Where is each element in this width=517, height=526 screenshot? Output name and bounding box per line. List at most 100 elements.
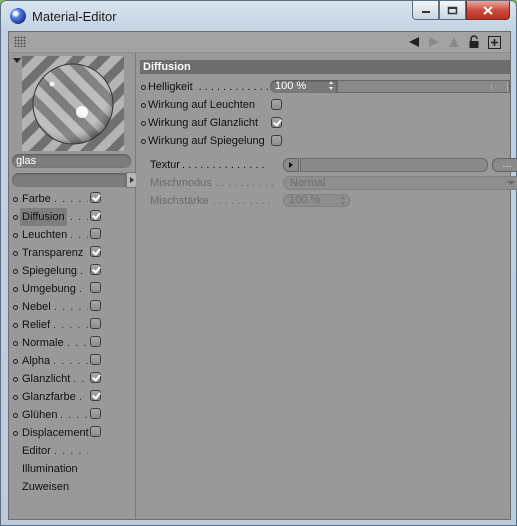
helligkeit-label: Helligkeit. . . . . . . . . . . . [148,81,269,93]
channel-item[interactable]: Illumination [12,460,132,478]
channel-dot-icon [13,377,18,382]
forward-arrow-icon[interactable] [426,34,442,50]
channel-leader-dots: . . . . . . [54,445,88,457]
channel-checkbox[interactable] [90,228,101,239]
channel-label: Diffusion [20,208,67,226]
textur-field[interactable] [300,158,488,172]
wirkung-glanzlicht-checkbox[interactable] [271,117,282,128]
channel-checkbox[interactable] [90,336,101,347]
helligkeit-input[interactable]: 100 % [270,80,337,93]
channel-dot-icon [13,359,18,364]
animation-dot-icon[interactable] [141,85,146,90]
channel-checkbox[interactable] [90,192,101,203]
channel-checkbox[interactable] [90,390,101,401]
slider-marker [507,82,508,92]
cinema4d-sphere-icon [10,8,26,24]
chevron-down-icon [507,181,515,185]
section-header-diffusion: Diffusion [140,60,510,74]
animation-dot-icon[interactable] [141,103,146,108]
window-title: Material-Editor [32,9,117,24]
channel-leader-dots: . . . . . . [60,409,88,421]
channel-leader-dots: . . . . . . [53,355,88,367]
channel-dot-icon [13,197,18,202]
channel-item[interactable]: Transparenz [12,244,132,262]
channel-item[interactable]: Diffusion. . . . [12,208,132,226]
channel-item[interactable]: Spiegelung. . [12,262,132,280]
maximize-button[interactable] [439,1,466,20]
channel-leader-dots: . . . . . . [54,301,88,313]
new-window-icon[interactable] [486,34,502,50]
glass-sphere-preview [22,56,124,151]
channel-dot-icon [13,233,18,238]
channel-label: Alpha [22,355,51,367]
textur-menu-button[interactable] [283,158,299,172]
channel-label: Leuchten [22,229,68,241]
channel-item[interactable]: Nebel. . . . . . [12,298,132,316]
slider-marker [491,84,492,90]
channel-item[interactable]: Alpha. . . . . . [12,352,132,370]
material-scroll-bar[interactable] [12,173,126,187]
channel-checkbox[interactable] [90,300,101,311]
back-arrow-icon[interactable] [406,34,422,50]
material-name-field[interactable]: glas [12,154,131,168]
editor-toolbar [9,32,510,53]
drag-grip-icon[interactable] [14,36,26,47]
channel-checkbox[interactable] [90,354,101,365]
channel-item[interactable]: Glühen. . . . . . [12,406,132,424]
wirkung-glanzlicht-label: Wirkung auf Glanzlicht [148,117,259,129]
channel-checkbox[interactable] [90,264,101,275]
channel-item[interactable]: Normale. . . . [12,334,132,352]
editor-content: glas Farbe. . . . .Diffusion. . . .Leuch… [8,31,517,520]
channel-item[interactable]: Glanzlicht. . [12,370,132,388]
channel-checkbox[interactable] [90,372,101,383]
channel-leader-dots: . . [79,283,88,295]
minimize-icon [421,11,430,13]
channel-properties-panel: Diffusion Helligkeit. . . . . . . . . . … [136,53,517,519]
textur-label: Textur. . . . . . . . . . . . . . [150,159,265,171]
title-bar[interactable]: Material-Editor [1,1,516,31]
mischmodus-select[interactable]: Normal [283,176,517,190]
channel-item[interactable]: Umgebung. . [12,280,132,298]
wirkung-spiegelung-checkbox[interactable] [271,135,282,146]
animation-dot-icon[interactable] [141,139,146,144]
channel-checkbox[interactable] [90,426,101,437]
mischstaerke-row: Mischstärke. . . . . . . . . . 100 % [150,193,510,209]
textur-browse-button[interactable]: ... [492,158,517,172]
channel-label: Spiegelung [22,265,78,277]
channel-item[interactable]: Leuchten. . . . [12,226,132,244]
spinner-arrows-icon[interactable] [329,81,334,91]
channel-dot-icon [13,287,18,292]
material-preview[interactable] [22,56,124,151]
wirkung-leuchten-row: Wirkung auf Leuchten [140,97,510,113]
channel-checkbox[interactable] [90,318,101,329]
channel-item[interactable]: Displacement [12,424,132,442]
wirkung-leuchten-checkbox[interactable] [271,99,282,110]
channel-checkbox[interactable] [90,210,101,221]
channel-item[interactable]: Farbe. . . . . [12,190,132,208]
up-arrow-icon[interactable] [446,34,462,50]
spinner-arrows-icon[interactable] [341,196,346,206]
channel-leader-dots: . . . . . . [53,319,88,331]
channel-label: Illumination [22,463,78,475]
channel-item[interactable]: Editor. . . . . . [12,442,132,460]
channel-item[interactable]: Glanzfarbe. . [12,388,132,406]
minimize-button[interactable] [412,1,439,20]
channel-panel: glas Farbe. . . . .Diffusion. . . .Leuch… [9,53,137,519]
channel-label: Nebel [22,301,51,313]
channel-checkbox[interactable] [90,282,101,293]
helligkeit-slider[interactable] [337,80,510,93]
wirkung-glanzlicht-row: Wirkung auf Glanzlicht [140,115,510,131]
animation-dot-icon[interactable] [141,121,146,126]
channel-label: Farbe [22,193,51,205]
close-button[interactable] [466,1,510,20]
channel-checkbox[interactable] [90,246,101,257]
channel-leader-dots: . . . . . [54,193,88,205]
preview-menu-arrow-icon[interactable] [13,58,21,63]
wirkung-spiegelung-row: Wirkung auf Spiegelung [140,133,510,149]
mischmodus-row: Mischmodus. . . . . . . . . . Normal [150,175,517,191]
channel-checkbox[interactable] [90,408,101,419]
lock-icon[interactable] [466,34,482,50]
channel-item[interactable]: Relief. . . . . . [12,316,132,334]
mischstaerke-input[interactable]: 100 % [283,194,350,207]
channel-item[interactable]: Zuweisen [12,478,132,496]
